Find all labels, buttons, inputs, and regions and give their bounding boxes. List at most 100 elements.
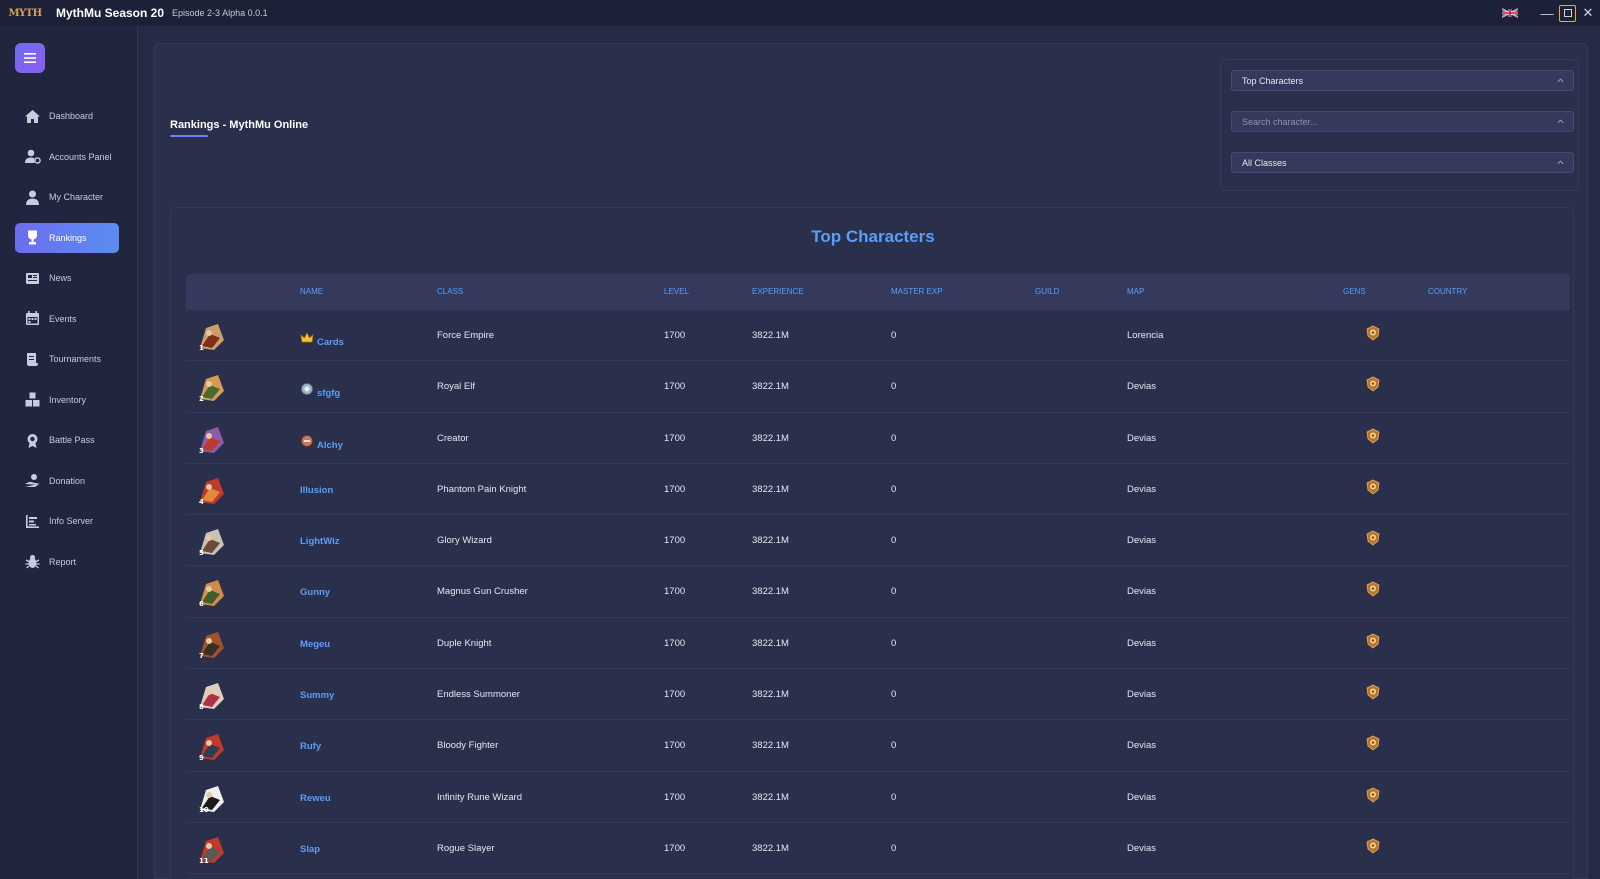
menu-toggle-button[interactable] bbox=[15, 43, 45, 73]
chart-icon bbox=[24, 513, 41, 530]
character-name-link[interactable]: Megeu bbox=[300, 639, 330, 650]
column-header-experience[interactable]: EXPERIENCE bbox=[752, 287, 804, 296]
table-row[interactable]: 8 Summy Endless Summoner 1700 3822.1M 0 Devias bbox=[186, 669, 1570, 721]
gens-emblem-icon bbox=[1366, 428, 1380, 444]
table-row[interactable]: 7 Megeu Duple Knight 1700 3822.1M 0 Devias bbox=[186, 618, 1570, 670]
sidebar-item-dashboard[interactable]: Dashboard bbox=[15, 101, 119, 131]
sidebar-item-events[interactable]: Events bbox=[15, 304, 119, 334]
column-header-map[interactable]: MAP bbox=[1127, 287, 1144, 296]
character-name: Slap bbox=[300, 843, 321, 855]
sidebar-item-news[interactable]: News bbox=[15, 263, 119, 293]
class-filter-select[interactable]: All Classes bbox=[1231, 152, 1574, 173]
sidebar-item-label: My Character bbox=[49, 192, 104, 202]
silver-crown-icon bbox=[301, 383, 313, 396]
character-master-exp: 0 bbox=[891, 637, 897, 649]
character-master-exp: 0 bbox=[891, 432, 897, 444]
user-cog-icon bbox=[24, 148, 41, 165]
character-name: Gunny bbox=[300, 587, 331, 599]
scroll-icon bbox=[24, 351, 41, 368]
sidebar-nav: Dashboard Accounts Panel My Character Ranki… bbox=[15, 101, 119, 587]
chevron-up-icon bbox=[1557, 78, 1564, 83]
rank-number: 1 bbox=[199, 344, 204, 352]
character-class: Royal Elf bbox=[437, 381, 476, 393]
character-level: 1700 bbox=[664, 432, 686, 444]
character-map: Devias bbox=[1127, 689, 1157, 701]
character-master-exp: 0 bbox=[891, 842, 897, 854]
column-header-country[interactable]: COUNTRY bbox=[1428, 287, 1467, 296]
gens-emblem-icon bbox=[1366, 735, 1380, 751]
ranking-type-select[interactable]: Top Characters bbox=[1231, 70, 1574, 91]
character-avatar-icon: 10 bbox=[196, 781, 228, 814]
gens-emblem-icon bbox=[1366, 479, 1380, 495]
column-header-level[interactable]: LEVEL bbox=[664, 287, 689, 296]
character-experience: 3822.1M bbox=[752, 637, 789, 649]
sidebar-item-inventory[interactable]: Inventory bbox=[15, 385, 119, 415]
table-row[interactable]: 9 Rufy Bloody Fighter 1700 3822.1M 0 Devias bbox=[186, 720, 1570, 772]
close-button[interactable]: ✕ bbox=[1579, 4, 1597, 22]
sidebar-item-accounts-panel[interactable]: Accounts Panel bbox=[15, 142, 119, 172]
character-level: 1700 bbox=[664, 842, 686, 854]
character-master-exp: 0 bbox=[891, 535, 897, 547]
character-name: Megeu bbox=[300, 638, 331, 650]
sidebar-item-tournaments[interactable]: Tournaments bbox=[15, 344, 119, 374]
column-header-gens[interactable]: GENS bbox=[1343, 287, 1366, 296]
ranking-type-value: Top Characters bbox=[1242, 75, 1304, 86]
table-row[interactable]: 5 LightWiz Glory Wizard 1700 3822.1M 0 Devias bbox=[186, 515, 1570, 567]
app-logo: MYTH bbox=[8, 3, 42, 23]
character-name-link[interactable]: Illusion bbox=[300, 485, 333, 496]
table-row[interactable]: 2 sfgfg Royal Elf 1700 3822.1M 0 Devias bbox=[186, 361, 1570, 413]
rank-number: 2 bbox=[199, 395, 204, 403]
gens-emblem-icon bbox=[1366, 787, 1380, 803]
table-row[interactable]: 10 Reweu Infinity Rune Wizard 1700 3822.1M 0 D… bbox=[186, 772, 1570, 823]
sidebar-item-donation[interactable]: Donation bbox=[15, 466, 119, 496]
sidebar-item-info-server[interactable]: Info Server bbox=[15, 506, 119, 536]
table-row[interactable]: 1 Cards Force Empire 1700 3822.1M 0 Lorencia bbox=[186, 310, 1570, 362]
character-name-link[interactable]: LightWiz bbox=[300, 536, 339, 547]
search-character-input[interactable]: Search character... bbox=[1231, 111, 1574, 132]
sidebar-item-label: Report bbox=[49, 556, 77, 567]
chevron-up-icon bbox=[1557, 119, 1564, 124]
character-name-link[interactable]: Gunny bbox=[300, 587, 330, 598]
character-name-link[interactable]: sfgfg bbox=[300, 382, 340, 399]
character-name-link[interactable]: Summy bbox=[300, 690, 334, 701]
character-experience: 3822.1M bbox=[752, 483, 789, 495]
gens-emblem-icon bbox=[1366, 838, 1380, 854]
character-map: Devias bbox=[1127, 791, 1157, 803]
column-header-class[interactable]: CLASS bbox=[437, 287, 463, 296]
calendar-icon bbox=[24, 310, 41, 327]
maximize-button[interactable] bbox=[1559, 4, 1576, 22]
column-header-master-exp[interactable]: MASTER EXP bbox=[891, 287, 943, 296]
sidebar-item-rankings[interactable]: Rankings bbox=[15, 222, 119, 253]
close-icon: ✕ bbox=[1582, 5, 1594, 20]
table-row[interactable]: 4 Illusion Phantom Pain Knight 1700 3822.1M 0… bbox=[186, 464, 1570, 516]
sidebar-item-battle-pass[interactable]: Battle Pass bbox=[15, 425, 119, 455]
character-name-link[interactable]: Reweu bbox=[300, 793, 331, 804]
character-name-link[interactable]: Cards bbox=[300, 331, 344, 348]
gens-emblem-icon bbox=[1366, 325, 1380, 341]
sidebar-item-report[interactable]: Report bbox=[15, 547, 119, 577]
character-experience: 3822.1M bbox=[752, 586, 789, 598]
gens-emblem-icon bbox=[1366, 376, 1380, 392]
character-name-link[interactable]: Alchy bbox=[300, 434, 343, 451]
table-row[interactable]: 11 Slap Rogue Slayer 1700 3822.1M 0 Devias bbox=[186, 823, 1570, 875]
character-map: Devias bbox=[1127, 483, 1157, 495]
rank-number: 3 bbox=[199, 447, 204, 455]
character-name-link[interactable]: Rufy bbox=[300, 741, 321, 752]
minimize-icon: — bbox=[1540, 5, 1554, 21]
minimize-button[interactable]: — bbox=[1538, 4, 1556, 22]
character-name-link[interactable]: Slap bbox=[300, 844, 320, 855]
sidebar-item-my-character[interactable]: My Character bbox=[15, 182, 119, 212]
table-row[interactable]: 3 Alchy Creator 1700 3822.1M 0 Devias bbox=[186, 413, 1570, 464]
gold-crown-icon bbox=[300, 332, 314, 343]
character-map: Devias bbox=[1127, 637, 1157, 649]
table-row[interactable]: 6 Gunny Magnus Gun Crusher 1700 3822.1M 0 Devi… bbox=[186, 566, 1570, 618]
rank-number: 10 bbox=[199, 806, 209, 814]
window-controls: — ✕ bbox=[1502, 0, 1600, 26]
sidebar-item-label: Accounts Panel bbox=[49, 151, 112, 162]
app-title: MythMu Season 20 bbox=[56, 6, 165, 20]
rank-number: 8 bbox=[199, 703, 204, 711]
column-header-name[interactable]: NAME bbox=[300, 287, 323, 296]
column-header-guild[interactable]: GUILD bbox=[1035, 287, 1059, 296]
uk-flag-icon[interactable] bbox=[1502, 7, 1518, 19]
character-avatar-icon: 1 bbox=[196, 320, 228, 352]
